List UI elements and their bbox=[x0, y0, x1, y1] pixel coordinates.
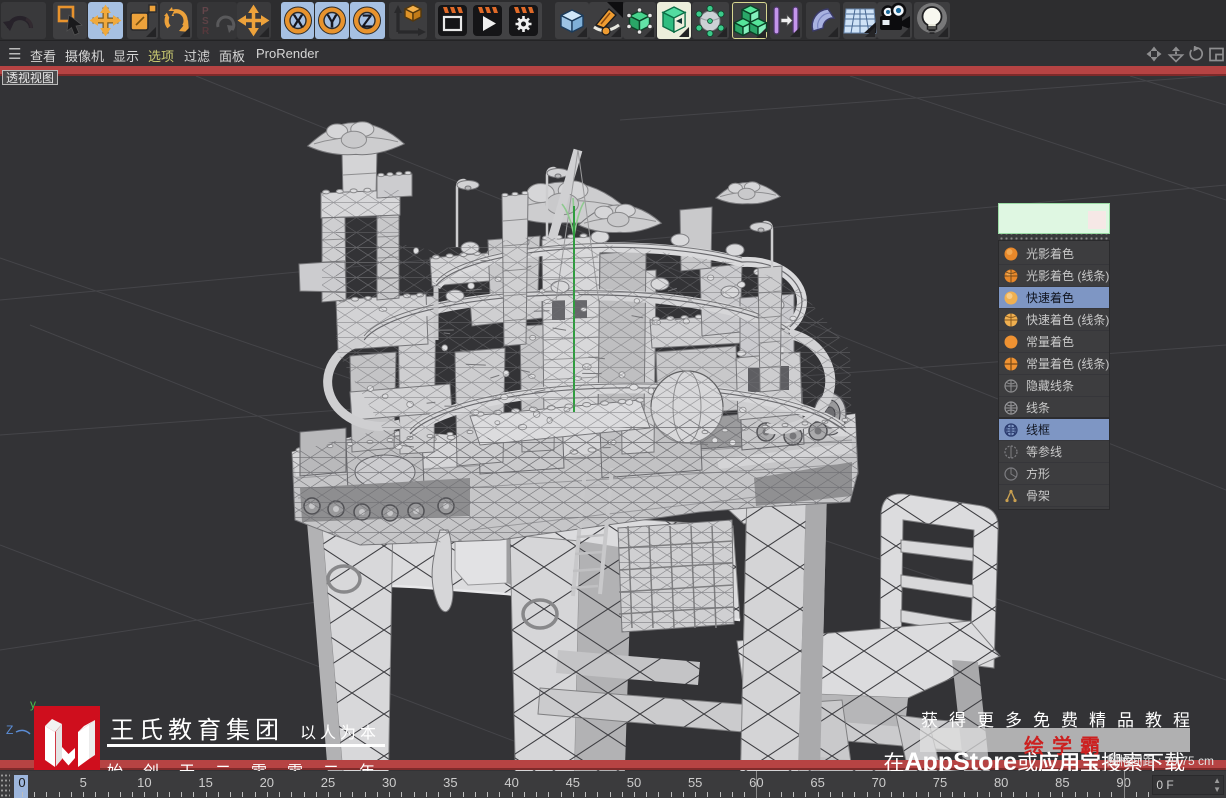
svg-text:Z: Z bbox=[362, 12, 373, 32]
svg-text:Y: Y bbox=[326, 12, 338, 32]
svg-text:X: X bbox=[292, 12, 304, 32]
svg-text:R: R bbox=[202, 26, 210, 37]
svg-text:Z: Z bbox=[6, 723, 13, 737]
